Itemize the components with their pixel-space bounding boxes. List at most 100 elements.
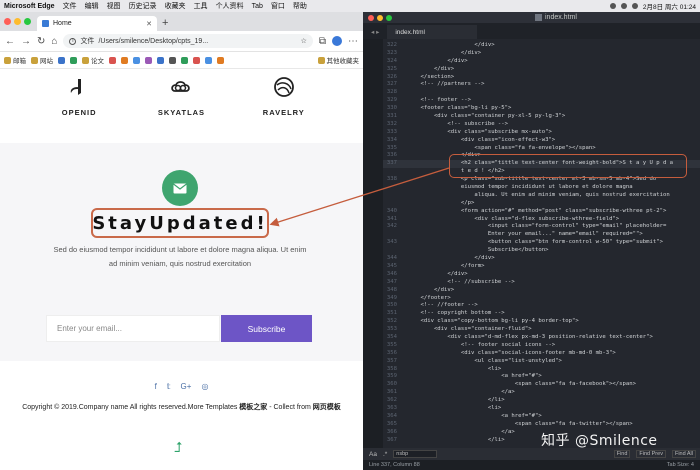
code-line[interactable]: </p> bbox=[383, 200, 700, 208]
collections-icon[interactable]: ⧉ bbox=[319, 36, 326, 47]
bookmark-item[interactable]: 网站 bbox=[31, 55, 53, 65]
app-menu-name[interactable]: Microsoft Edge bbox=[4, 3, 55, 10]
code-line[interactable]: 351 <!-- copyright bottom --> bbox=[383, 310, 700, 318]
code-line[interactable]: 324 </div> bbox=[383, 58, 700, 66]
forward-icon[interactable]: → bbox=[21, 36, 31, 47]
google-plus-icon[interactable]: G+ bbox=[181, 382, 192, 391]
code-line[interactable]: 358 <li> bbox=[383, 366, 700, 374]
code-line[interactable]: 333 <div class="subscribe mx-auto"> bbox=[383, 129, 700, 137]
find-input[interactable]: nsbp bbox=[393, 450, 438, 458]
wifi-icon[interactable] bbox=[609, 3, 616, 9]
menu-edit[interactable]: 编辑 bbox=[85, 1, 99, 11]
partner-openid[interactable]: OPENID bbox=[34, 75, 124, 141]
code-line[interactable]: 348 </div> bbox=[383, 287, 700, 295]
zoom-window-icon[interactable] bbox=[24, 18, 31, 25]
regex-icon[interactable]: .* bbox=[383, 451, 387, 458]
code-line[interactable]: 359 <a href="#"> bbox=[383, 373, 700, 381]
code-line[interactable]: 361 </a> bbox=[383, 389, 700, 397]
code-line[interactable]: aliqua. Ut enim ad minim veniam, quis no… bbox=[383, 192, 700, 200]
menu-favorites[interactable]: 收藏夹 bbox=[165, 1, 186, 11]
code-line[interactable]: 323 </div> bbox=[383, 50, 700, 58]
bookmark-favicon-icon[interactable] bbox=[121, 56, 128, 64]
code-line[interactable]: 365 <span class="fa fa-twitter"></span> bbox=[383, 421, 700, 429]
code-line[interactable]: 341 <div class="d-flex subscribe-wthree-… bbox=[383, 216, 700, 224]
code-line[interactable]: 356 <div class="social-icons-footer mb-m… bbox=[383, 350, 700, 358]
code-line[interactable]: 328 bbox=[383, 89, 700, 97]
bookmark-favicon-icon[interactable] bbox=[205, 56, 212, 64]
editor-tab-index[interactable]: index.html bbox=[387, 25, 478, 39]
back-to-top-icon[interactable]: ⮥ bbox=[174, 439, 182, 456]
zoom-window-icon[interactable] bbox=[386, 14, 392, 21]
code-line[interactable]: Enter your email..." name="email" requir… bbox=[383, 231, 700, 239]
tab-nav-arrows-icon[interactable]: ◂ ▸ bbox=[371, 28, 379, 36]
code-line[interactable]: 349 </footer> bbox=[383, 295, 700, 303]
bookmark-favicon-icon[interactable] bbox=[217, 56, 224, 64]
menu-profile[interactable]: 个人资料 bbox=[216, 1, 244, 11]
bookmark-favicon-icon[interactable] bbox=[58, 56, 65, 64]
code-line[interactable]: 347 <!-- //subscribe --> bbox=[383, 279, 700, 287]
twitter-icon[interactable]: 𝕥 bbox=[167, 382, 171, 391]
code-line[interactable]: Subscribe</button> bbox=[383, 247, 700, 255]
code-line[interactable]: 325 </div> bbox=[383, 66, 700, 74]
more-menu-icon[interactable]: ⋯ bbox=[348, 36, 358, 47]
menu-view[interactable]: 视图 bbox=[107, 1, 121, 11]
menu-tab[interactable]: Tab bbox=[252, 3, 263, 10]
new-tab-button[interactable]: + bbox=[162, 16, 168, 31]
back-icon[interactable]: ← bbox=[5, 36, 15, 47]
code-line[interactable]: 352 <div class="copy-bottom bg-li py-4 b… bbox=[383, 318, 700, 326]
tab-home[interactable]: Home ✕ bbox=[37, 16, 157, 31]
other-favorites[interactable]: 其他收藏夹 bbox=[317, 55, 359, 65]
bookmark-favicon-icon[interactable] bbox=[181, 56, 188, 64]
minimize-window-icon[interactable] bbox=[377, 14, 383, 21]
partner-skyatlas[interactable]: SKYATLAS bbox=[136, 75, 226, 141]
clock[interactable]: 2月8日 周六 01:24 bbox=[643, 1, 696, 11]
code-line[interactable]: 335 <span class="fa fa-envelope"></span> bbox=[383, 145, 700, 153]
favorite-star-icon[interactable]: ☆ bbox=[301, 37, 307, 45]
code-line[interactable]: 364 <a href="#"> bbox=[383, 413, 700, 421]
subscribe-button[interactable]: Subscribe bbox=[221, 315, 312, 342]
code-line[interactable]: 332 <!-- subscribe --> bbox=[383, 121, 700, 129]
code-line[interactable]: 360 <span class="fa fa-facebook"></span> bbox=[383, 381, 700, 389]
code-line[interactable]: 363 <li> bbox=[383, 405, 700, 413]
bookmark-item[interactable]: 邮箱 bbox=[4, 55, 26, 65]
code-line[interactable]: 345 </form> bbox=[383, 263, 700, 271]
menu-history[interactable]: 历史记录 bbox=[129, 1, 157, 11]
refresh-icon[interactable]: ↻ bbox=[37, 36, 45, 47]
bookmark-favicon-icon[interactable] bbox=[70, 56, 77, 64]
facebook-icon[interactable]: f bbox=[155, 382, 157, 391]
find-all-button[interactable]: Find All bbox=[671, 450, 696, 458]
code-line[interactable]: 322 </div> bbox=[383, 42, 700, 50]
battery-icon[interactable] bbox=[620, 3, 627, 9]
search-icon[interactable] bbox=[631, 3, 638, 9]
bookmark-favicon-icon[interactable] bbox=[193, 56, 200, 64]
find-button[interactable]: Find bbox=[613, 450, 631, 458]
find-options-icon[interactable]: Aa bbox=[369, 451, 377, 458]
code-line[interactable]: eiusmod tempor incididunt ut labore et d… bbox=[383, 184, 700, 192]
menu-help[interactable]: 帮助 bbox=[293, 1, 307, 11]
web-templates-link[interactable]: 网页模板 bbox=[313, 404, 341, 411]
email-input[interactable]: Enter your email... bbox=[46, 315, 220, 342]
code-line[interactable]: 346 </div> bbox=[383, 271, 700, 279]
bookmark-favicon-icon[interactable] bbox=[169, 56, 176, 64]
code-line[interactable]: 354 <div class="d-md-flex px-md-3 positi… bbox=[383, 334, 700, 342]
code-line[interactable]: 353 <div class="container-fluid"> bbox=[383, 326, 700, 334]
profile-avatar[interactable] bbox=[332, 36, 342, 46]
code-line[interactable]: 344 </div> bbox=[383, 255, 700, 263]
partner-ravelry[interactable]: RAVELRY bbox=[239, 75, 329, 141]
code-line[interactable]: 329 <!-- footer --> bbox=[383, 97, 700, 105]
templates-link[interactable]: 模板之家 bbox=[239, 404, 267, 411]
code-line[interactable]: 331 <div class="container py-xl-5 py-lg-… bbox=[383, 113, 700, 121]
code-line[interactable]: 343 <button class="btn form-control w-50… bbox=[383, 239, 700, 247]
find-prev-button[interactable]: Find Prev bbox=[636, 450, 666, 458]
code-line[interactable]: 327 <!-- //partners --> bbox=[383, 81, 700, 89]
close-window-icon[interactable] bbox=[368, 14, 374, 21]
menu-file[interactable]: 文件 bbox=[63, 1, 77, 11]
bookmark-favicon-icon[interactable] bbox=[157, 56, 164, 64]
bookmark-favicon-icon[interactable] bbox=[109, 56, 116, 64]
code-line[interactable]: 342 <input class="form-control" type="em… bbox=[383, 223, 700, 231]
bookmark-favicon-icon[interactable] bbox=[145, 56, 152, 64]
menu-tools[interactable]: 工具 bbox=[194, 1, 208, 11]
bookmark-favicon-icon[interactable] bbox=[133, 56, 140, 64]
code-line[interactable]: 340 <form action="#" method="post" class… bbox=[383, 208, 700, 216]
info-icon[interactable]: i bbox=[69, 37, 77, 45]
